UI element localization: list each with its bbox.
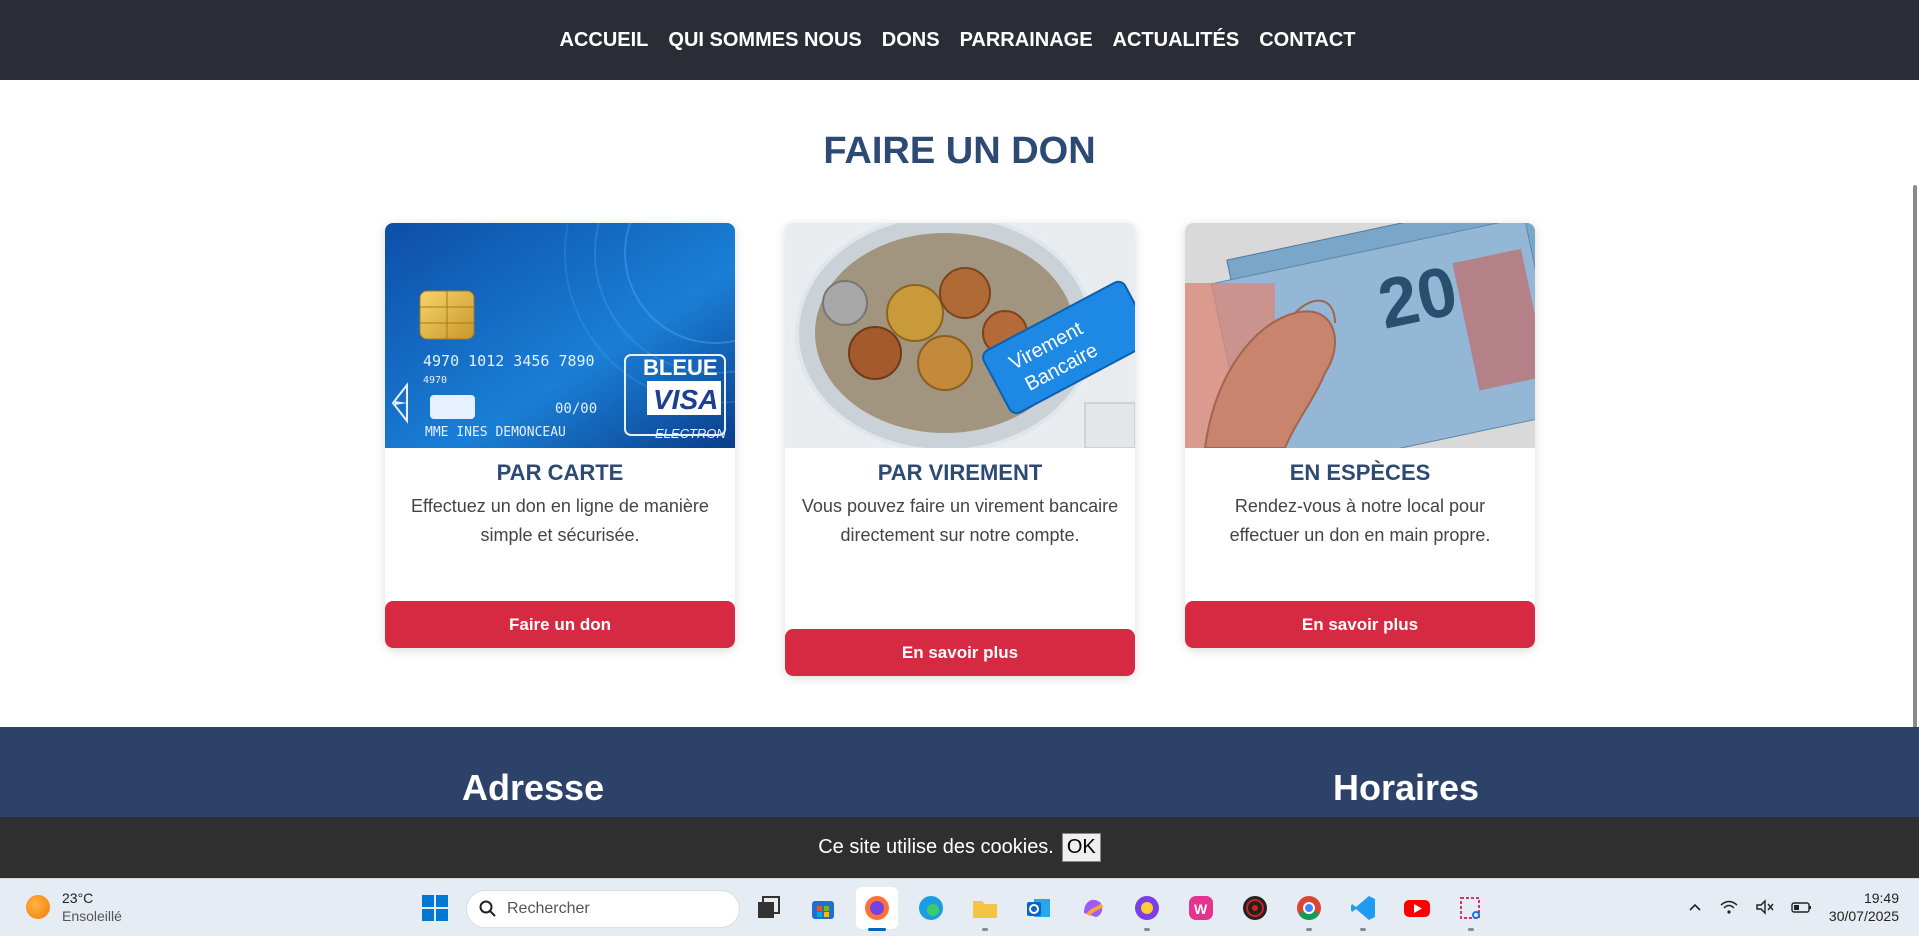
nav-actualites[interactable]: ACTUALITÉS <box>1113 29 1240 52</box>
card-title: EN ESPÈCES <box>1289 460 1431 485</box>
vscode-icon <box>1351 896 1375 920</box>
svg-text:ELECTRON: ELECTRON <box>655 426 726 441</box>
task-view-icon <box>758 896 780 918</box>
windows-icon <box>422 895 448 921</box>
snipping-tool-icon <box>1460 897 1480 919</box>
task-view-button[interactable] <box>748 887 790 929</box>
card-number-text: 4970 1012 3456 7890 <box>423 352 595 370</box>
taskbar: 23°C Ensoleillé Rechercher W 19:49 30/07… <box>0 878 1919 936</box>
card-title: PAR CARTE <box>496 460 624 485</box>
vpn-icon <box>1135 896 1159 920</box>
cookie-message: Ce site utilise des cookies. <box>818 836 1054 858</box>
outlook-icon <box>1027 899 1050 917</box>
cookie-banner: Ce site utilise des cookies. OK <box>0 817 1919 878</box>
clock[interactable]: 19:49 30/07/2025 <box>1829 889 1899 925</box>
copilot-icon <box>1084 899 1104 917</box>
card-title: PAR VIREMENT <box>877 460 1043 485</box>
faire-un-don-button[interactable]: Faire un don <box>385 601 735 648</box>
folder-icon <box>973 901 997 918</box>
card-en-especes: 20 EN ESPÈCES Rendez-vous à notre local … <box>1185 223 1535 648</box>
card-description: Rendez-vous à notre local pour effectuer… <box>1229 496 1491 545</box>
svg-text:MME INES DEMONCEAU: MME INES DEMONCEAU <box>425 425 566 440</box>
cookie-ok-button[interactable]: OK <box>1061 833 1101 862</box>
outlook-button[interactable] <box>1018 887 1060 929</box>
svg-text:W: W <box>1194 901 1208 917</box>
coin-jar-image: Virement Bancaire <box>785 223 1135 448</box>
volume-muted-icon[interactable] <box>1755 899 1775 915</box>
svg-text:20: 20 <box>1371 251 1463 343</box>
wifi-icon[interactable] <box>1719 899 1739 915</box>
card-par-virement: Virement Bancaire PAR VIREMENT Vous pouv… <box>785 223 1135 676</box>
clock-time: 19:49 <box>1863 890 1899 906</box>
nav-parrainage[interactable]: PARRAINAGE <box>960 29 1093 52</box>
nav-accueil[interactable]: ACCUEIL <box>560 29 649 52</box>
chrome-button[interactable] <box>1288 887 1330 931</box>
edge-icon <box>919 896 943 920</box>
card-description: Effectuez un don en ligne de manière sim… <box>411 496 709 545</box>
wamp-icon: W <box>1189 896 1213 920</box>
en-savoir-plus-especes-button[interactable]: En savoir plus <box>1185 601 1535 648</box>
clock-date: 30/07/2025 <box>1828 908 1899 924</box>
snipping-tool-button[interactable] <box>1450 887 1492 931</box>
weather-desc: Ensoleillé <box>62 908 122 924</box>
taskbar-search[interactable]: Rechercher <box>466 890 740 928</box>
svg-text:BLEUE: BLEUE <box>643 355 718 380</box>
credit-card-image: 4970 1012 3456 7890 4970 00/00 MME INES … <box>385 223 735 448</box>
youtube-icon <box>1404 900 1430 917</box>
footer: Adresse Horaires <box>0 727 1919 817</box>
wamp-button[interactable]: W <box>1180 887 1222 929</box>
battery-icon[interactable] <box>1791 899 1813 915</box>
page-scrollbar[interactable] <box>1907 80 1919 817</box>
file-explorer-button[interactable] <box>964 887 1006 931</box>
copilot-button[interactable] <box>1072 887 1114 929</box>
svg-text:4970: 4970 <box>423 375 447 386</box>
store-button[interactable] <box>802 887 844 929</box>
card-par-carte: 4970 1012 3456 7890 4970 00/00 MME INES … <box>385 223 735 648</box>
cash-hand-image: 20 <box>1185 223 1535 448</box>
section-title: FAIRE UN DON <box>823 130 1096 172</box>
search-icon <box>479 900 496 917</box>
store-icon <box>812 901 834 919</box>
vscode-button[interactable] <box>1342 887 1384 931</box>
en-savoir-plus-virement-button[interactable]: En savoir plus <box>785 629 1135 676</box>
youtube-button[interactable] <box>1396 887 1438 929</box>
search-placeholder: Rechercher <box>507 900 590 917</box>
svg-text:VISA: VISA <box>653 384 718 415</box>
nav-dons[interactable]: DONS <box>882 29 940 52</box>
start-button[interactable] <box>414 887 456 929</box>
nav-contact[interactable]: CONTACT <box>1259 29 1355 52</box>
card-description: Vous pouvez faire un virement bancaire d… <box>801 496 1119 545</box>
edge-button[interactable] <box>910 887 952 929</box>
record-icon <box>1243 896 1267 920</box>
scrollbar-thumb[interactable] <box>1913 185 1917 745</box>
media-app-button[interactable] <box>1234 887 1276 929</box>
chrome-icon <box>1297 896 1321 921</box>
firefox-button[interactable] <box>856 887 898 931</box>
footer-hours-heading: Horaires <box>1333 767 1480 808</box>
weather-widget[interactable]: 23°C Ensoleillé <box>26 889 122 925</box>
chevron-up-icon[interactable] <box>1687 899 1703 915</box>
vpn-app-button[interactable] <box>1126 887 1168 931</box>
nav-qui-sommes-nous[interactable]: QUI SOMMES NOUS <box>668 29 861 52</box>
footer-address-heading: Adresse <box>462 767 605 808</box>
svg-text:00/00: 00/00 <box>555 401 597 417</box>
system-tray: 19:49 30/07/2025 <box>1687 889 1899 925</box>
firefox-icon <box>865 896 889 920</box>
sun-icon <box>26 895 50 919</box>
main-nav: ACCUEIL QUI SOMMES NOUS DONS PARRAINAGE … <box>0 0 1919 80</box>
weather-temp: 23°C <box>62 890 94 906</box>
